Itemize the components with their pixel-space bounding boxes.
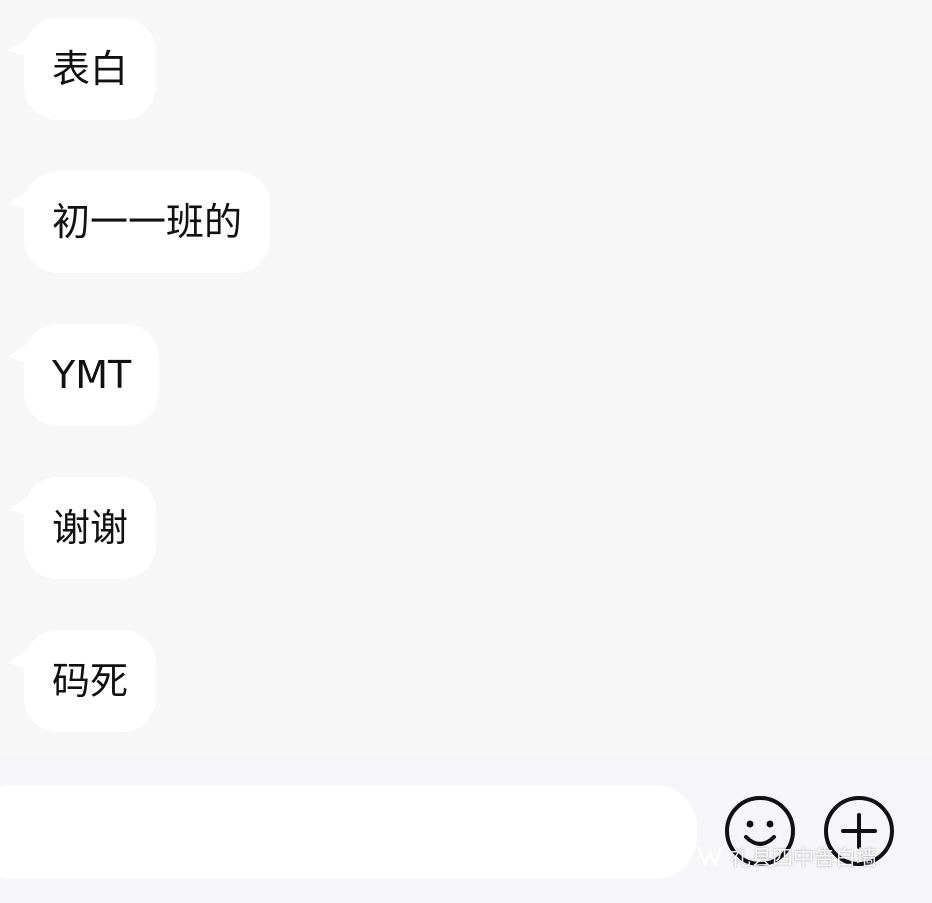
message-bubble[interactable]: 谢谢: [24, 477, 157, 579]
message-text: 初一一班的: [52, 200, 243, 244]
message-bubble[interactable]: YMT: [24, 324, 160, 426]
watermark-text: 礼县四中告白墙: [730, 846, 877, 870]
message-input-bar: [0, 755, 932, 903]
message-bubble[interactable]: 码死: [24, 630, 157, 732]
wechat-channel-icon: [697, 846, 723, 866]
message-text: 表白: [52, 47, 129, 91]
chat-message-list: 表白 初一一班的 YMT 谢谢 码死: [0, 0, 932, 755]
message-bubble[interactable]: 表白: [24, 18, 157, 120]
message-bubble[interactable]: 初一一班的: [24, 171, 271, 273]
message-text: YMT: [52, 353, 132, 397]
message-text: 谢谢: [52, 506, 129, 550]
message-input[interactable]: [0, 785, 697, 879]
watermark: 礼县四中告白墙: [696, 842, 877, 872]
message-text: 码死: [52, 659, 129, 703]
